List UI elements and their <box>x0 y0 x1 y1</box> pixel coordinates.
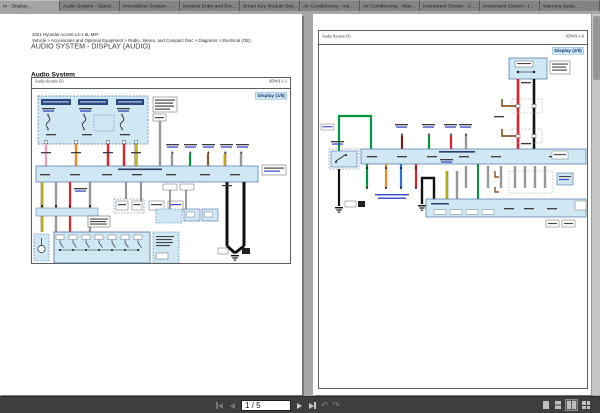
tab-ac-manual[interactable]: Air Conditioning - Man... <box>360 0 420 11</box>
wiring-diagram-art-1 <box>33 95 287 263</box>
vertical-scrollbar[interactable] <box>591 14 600 395</box>
page-number-field[interactable]: 1 / 5 <box>241 400 291 411</box>
signal-wires <box>395 124 472 149</box>
tab-label: Audio System - Stand... <box>63 3 116 9</box>
first-page-button[interactable] <box>215 401 224 410</box>
continuous-two-page-view-icon[interactable] <box>581 400 592 410</box>
tab-warning-system[interactable]: Warning Syste... <box>540 0 600 11</box>
key-switch-branch <box>320 114 373 213</box>
input-wires <box>166 144 249 166</box>
tab-label: Smart Key Module Sys... <box>243 3 298 9</box>
diagram-code: SDWA-1-6 <box>566 34 584 39</box>
tab-cluster-i[interactable]: Instrument Cluster - I... <box>480 0 540 11</box>
head-unit-band <box>35 164 287 183</box>
tab-cluster-c[interactable]: Instrument Cluster - C... <box>420 0 480 11</box>
tab-label: m - Display ... <box>3 3 34 9</box>
tab-label: Keyless Entry and Bur... <box>183 3 236 9</box>
next-view-button[interactable]: ↷ <box>333 401 341 410</box>
tab-keyless-entry[interactable]: Keyless Entry and Bur... <box>180 0 240 11</box>
legend-box <box>152 96 178 122</box>
remote-switch-assembly <box>33 231 180 263</box>
continuous-view-icon[interactable] <box>554 400 562 410</box>
pdf-page-1: 2021 Hyundai Accent L4-1.6L MPI Vehicle … <box>0 14 302 395</box>
tab-label: Air Conditioning - Man... <box>363 3 417 9</box>
tab-smart-key[interactable]: Smart Key Module Sys... <box>240 0 300 11</box>
next-page-button[interactable] <box>295 401 304 410</box>
scrollbar-thumb[interactable] <box>593 16 600 80</box>
wiring-diagram-sheet-2: Audio System (5) SDWA-1-6 Display (2/5) <box>318 30 588 389</box>
head-unit-band-lower <box>425 198 587 228</box>
top-component <box>508 57 571 80</box>
mid-components <box>87 182 219 228</box>
tab-label: Instrument Cluster - I... <box>483 3 534 9</box>
illumination-wires <box>440 159 459 199</box>
pdf-reader-window: m - Display ... Audio System - Stand... … <box>0 0 600 413</box>
last-page-button[interactable] <box>308 401 317 410</box>
wiring-diagram-sheet-1: Audio System (5) SDWA-1-1 Display (1/5) <box>31 77 291 264</box>
tab-label: Air Conditioning - Aut... <box>303 3 354 9</box>
head-unit-band-upper <box>360 148 587 165</box>
bottom-toolbar: 1 / 5 ↶ ↷ <box>0 396 600 413</box>
fuse-box <box>37 95 149 145</box>
document-area: 2021 Hyundai Accent L4-1.6L MPI Vehicle … <box>0 11 600 396</box>
tab-label: Instrument Cluster - C... <box>423 3 476 9</box>
diagram-title: Audio System (5) <box>35 79 64 84</box>
speaker-wires <box>464 164 574 199</box>
tab-bar: m - Display ... Audio System - Stand... … <box>0 0 600 11</box>
tab-ac-auto[interactable]: Air Conditioning - Aut... <box>300 0 360 11</box>
tab-label: Immobilizer System - ... <box>123 3 175 9</box>
page-title: AUDIO SYSTEM - DISPLAY (AUDIO) <box>31 42 151 51</box>
diagram-title: Audio System (5) <box>322 34 351 39</box>
page-navigation: 1 / 5 ↶ ↷ <box>215 397 340 413</box>
main-power-wires <box>494 79 543 149</box>
tab-audio-standard[interactable]: Audio System - Stand... <box>60 0 120 11</box>
pdf-page-2: Audio System (5) SDWA-1-6 Display (2/5) <box>313 14 591 395</box>
dlc-wires <box>365 164 418 199</box>
wiring-diagram-art-2 <box>320 57 587 228</box>
tab-immobilizer[interactable]: Immobilizer System - ... <box>120 0 180 11</box>
two-page-view-icon[interactable] <box>565 399 578 411</box>
view-mode-buttons <box>542 399 592 411</box>
tab-label: Warning Syste... <box>543 3 580 9</box>
previous-view-button[interactable]: ↶ <box>321 401 329 410</box>
diagram-header: Audio System (5) SDWA-1-6 <box>319 31 587 45</box>
previous-page-button[interactable] <box>228 401 237 410</box>
diagram-code: SDWA-1-1 <box>269 79 287 84</box>
ground-wires <box>217 182 250 261</box>
single-page-view-icon[interactable] <box>542 400 550 410</box>
tab-audio-display[interactable]: m - Display ... <box>0 0 60 11</box>
